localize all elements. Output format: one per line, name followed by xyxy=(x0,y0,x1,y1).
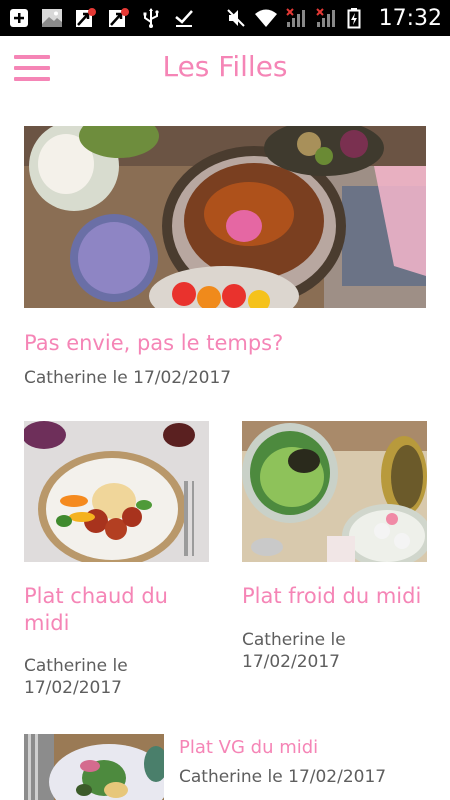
article-title[interactable]: Plat froid du midi xyxy=(242,583,427,610)
app-bar: Les Filles xyxy=(0,36,450,104)
article-title[interactable]: Plat VG du midi xyxy=(179,736,426,759)
status-bar: 17:32 xyxy=(0,0,450,36)
article-meta: Catherine le 17/02/2017 xyxy=(242,630,346,673)
article-card[interactable]: Pas envie, pas le temps? Catherine le 17… xyxy=(24,126,426,391)
status-bar-notifications xyxy=(8,6,206,30)
article-meta: Catherine le 17/02/2017 xyxy=(24,368,232,388)
article-card[interactable]: Plat VG du midi Catherine le 17/02/2017 xyxy=(24,734,426,800)
article-card[interactable]: Plat froid du midi Catherine le 17/02/20… xyxy=(242,421,427,676)
article-thumbnail[interactable] xyxy=(24,734,164,800)
no-signal-icon xyxy=(285,7,307,29)
image-icon xyxy=(41,7,63,29)
mute-icon xyxy=(225,7,247,29)
missed-notification-icon xyxy=(107,7,129,29)
usb-icon xyxy=(140,7,162,29)
missed-notification-icon xyxy=(74,7,96,29)
download-done-icon xyxy=(173,7,195,29)
add-box-icon xyxy=(8,7,30,29)
article-thumbnail[interactable] xyxy=(242,421,427,562)
status-bar-system: 17:32 xyxy=(225,4,442,32)
article-thumbnail[interactable] xyxy=(24,126,426,308)
article-title[interactable]: Plat chaud du midi xyxy=(24,583,209,637)
article-card[interactable]: Plat chaud du midi Catherine le 17/02/20… xyxy=(24,421,209,706)
wifi-icon xyxy=(254,7,277,29)
app-title: Les Filles xyxy=(162,50,288,83)
article-thumbnail[interactable] xyxy=(24,421,209,562)
battery-charging-icon xyxy=(345,7,367,29)
article-meta: Catherine le 17/02/2017 xyxy=(24,656,128,699)
article-meta: Catherine le 17/02/2017 xyxy=(179,767,387,787)
status-bar-clock: 17:32 xyxy=(378,5,442,31)
article-title[interactable]: Pas envie, pas le temps? xyxy=(24,330,426,357)
no-signal-icon xyxy=(315,7,337,29)
